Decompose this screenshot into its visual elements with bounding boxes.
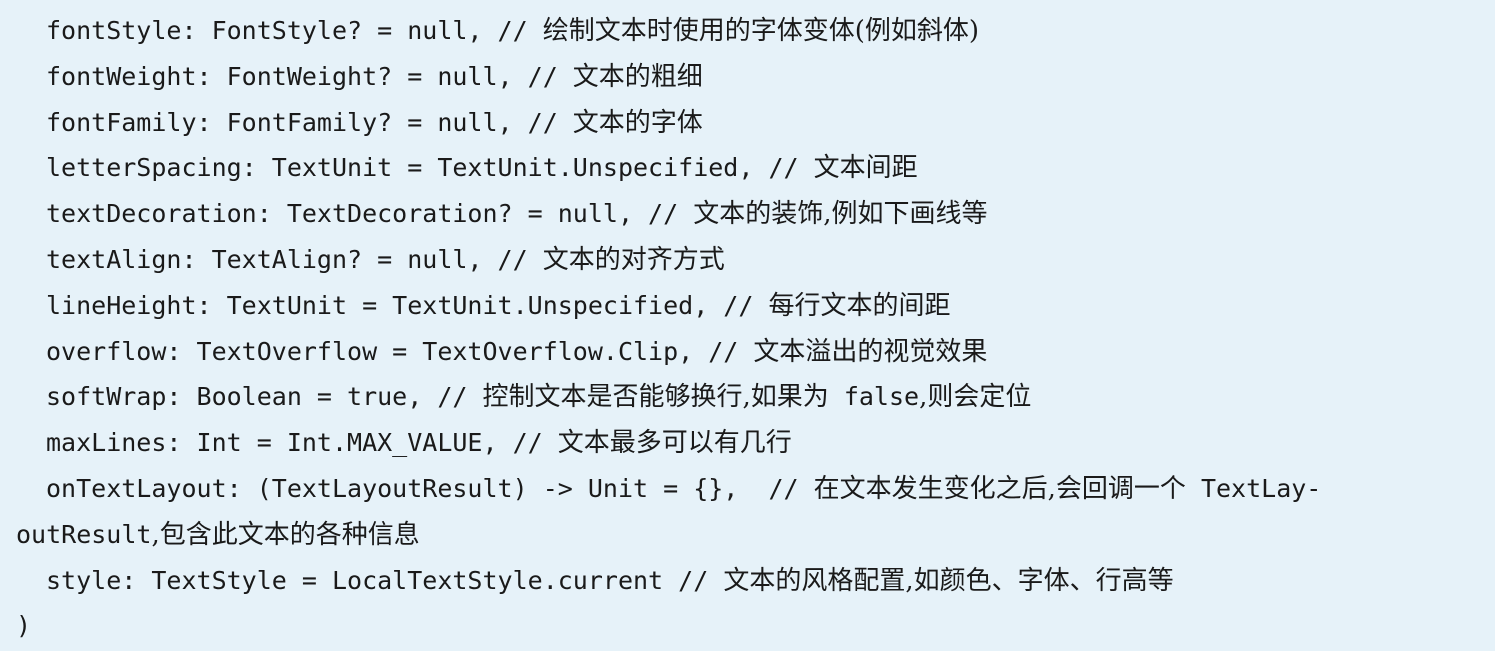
code-line-textdecoration: textDecoration: TextDecoration? = null, … xyxy=(16,191,1495,237)
code-line-fontweight: fontWeight: FontWeight? = null, // 文本的粗细 xyxy=(16,54,1495,100)
code-line-style: style: TextStyle = LocalTextStyle.curren… xyxy=(16,558,1495,604)
code-block: fontStyle: FontStyle? = null, // 绘制文本时使用… xyxy=(0,0,1495,651)
code-line-softwrap: softWrap: Boolean = true, // 控制文本是否能够换行,… xyxy=(16,374,1495,420)
comment-text: 控制文本是否能够换行,如果为 xyxy=(482,382,829,413)
code-text-inline: TextLay- xyxy=(1185,473,1322,503)
code-text: softWrap: Boolean = true, // xyxy=(46,382,483,412)
code-text: fontFamily: FontFamily? = null, // xyxy=(46,107,573,137)
code-text: style: TextStyle = LocalTextStyle.curren… xyxy=(46,565,724,595)
code-text: textAlign: TextAlign? = null, // xyxy=(46,244,543,274)
code-text: outResult xyxy=(16,519,152,549)
comment-text: 文本溢出的视觉效果 xyxy=(753,336,988,367)
code-line-maxlines: maxLines: Int = Int.MAX_VALUE, // 文本最多可以… xyxy=(16,420,1495,466)
comment-text: 文本的装饰,例如下画线等 xyxy=(693,199,988,230)
code-line-ontextlayout-continued: outResult,包含此文本的各种信息 xyxy=(16,512,1495,558)
code-line-fontfamily: fontFamily: FontFamily? = null, // 文本的字体 xyxy=(16,100,1495,146)
comment-text: 文本最多可以有几行 xyxy=(557,428,792,459)
code-line-letterspacing: letterSpacing: TextUnit = TextUnit.Unspe… xyxy=(16,145,1495,191)
comment-text: 每行文本的间距 xyxy=(768,290,951,321)
code-text: onTextLayout: (TextLayoutResult) -> Unit… xyxy=(46,473,814,503)
comment-text: 文本的对齐方式 xyxy=(542,244,725,275)
code-text: letterSpacing: TextUnit = TextUnit.Unspe… xyxy=(46,153,814,183)
code-line-textalign: textAlign: TextAlign? = null, // 文本的对齐方式 xyxy=(16,237,1495,283)
code-line-ontextlayout: onTextLayout: (TextLayoutResult) -> Unit… xyxy=(16,466,1495,512)
comment-text: 在文本发生变化之后,会回调一个 xyxy=(813,473,1186,504)
comment-text: 文本的风格配置,如颜色、字体、行高等 xyxy=(723,565,1174,596)
code-line-closing-paren: ) xyxy=(16,603,1495,649)
code-text: textDecoration: TextDecoration? = null, … xyxy=(46,199,694,229)
comment-text: ,包含此文本的各种信息 xyxy=(151,519,420,550)
comment-text: 文本的粗细 xyxy=(572,61,703,92)
code-text: lineHeight: TextUnit = TextUnit.Unspecif… xyxy=(46,290,769,320)
comment-text-tail: ,则会定位 xyxy=(919,382,1032,413)
code-text: fontWeight: FontWeight? = null, // xyxy=(46,61,573,91)
code-line-lineheight: lineHeight: TextUnit = TextUnit.Unspecif… xyxy=(16,283,1495,329)
comment-text: 文本间距 xyxy=(813,153,918,184)
code-line-fontstyle: fontStyle: FontStyle? = null, // 绘制文本时使用… xyxy=(16,8,1495,54)
code-text-inline: false xyxy=(828,382,920,412)
comment-text: 绘制文本时使用的字体变体(例如斜体) xyxy=(542,16,979,46)
code-text: ) xyxy=(16,611,32,641)
comment-text: 文本的字体 xyxy=(572,107,703,138)
code-text: overflow: TextOverflow = TextOverflow.Cl… xyxy=(46,336,754,366)
code-text: maxLines: Int = Int.MAX_VALUE, // xyxy=(46,428,558,458)
code-text: fontStyle: FontStyle? = null, // xyxy=(46,16,543,45)
code-line-overflow: overflow: TextOverflow = TextOverflow.Cl… xyxy=(16,329,1495,375)
